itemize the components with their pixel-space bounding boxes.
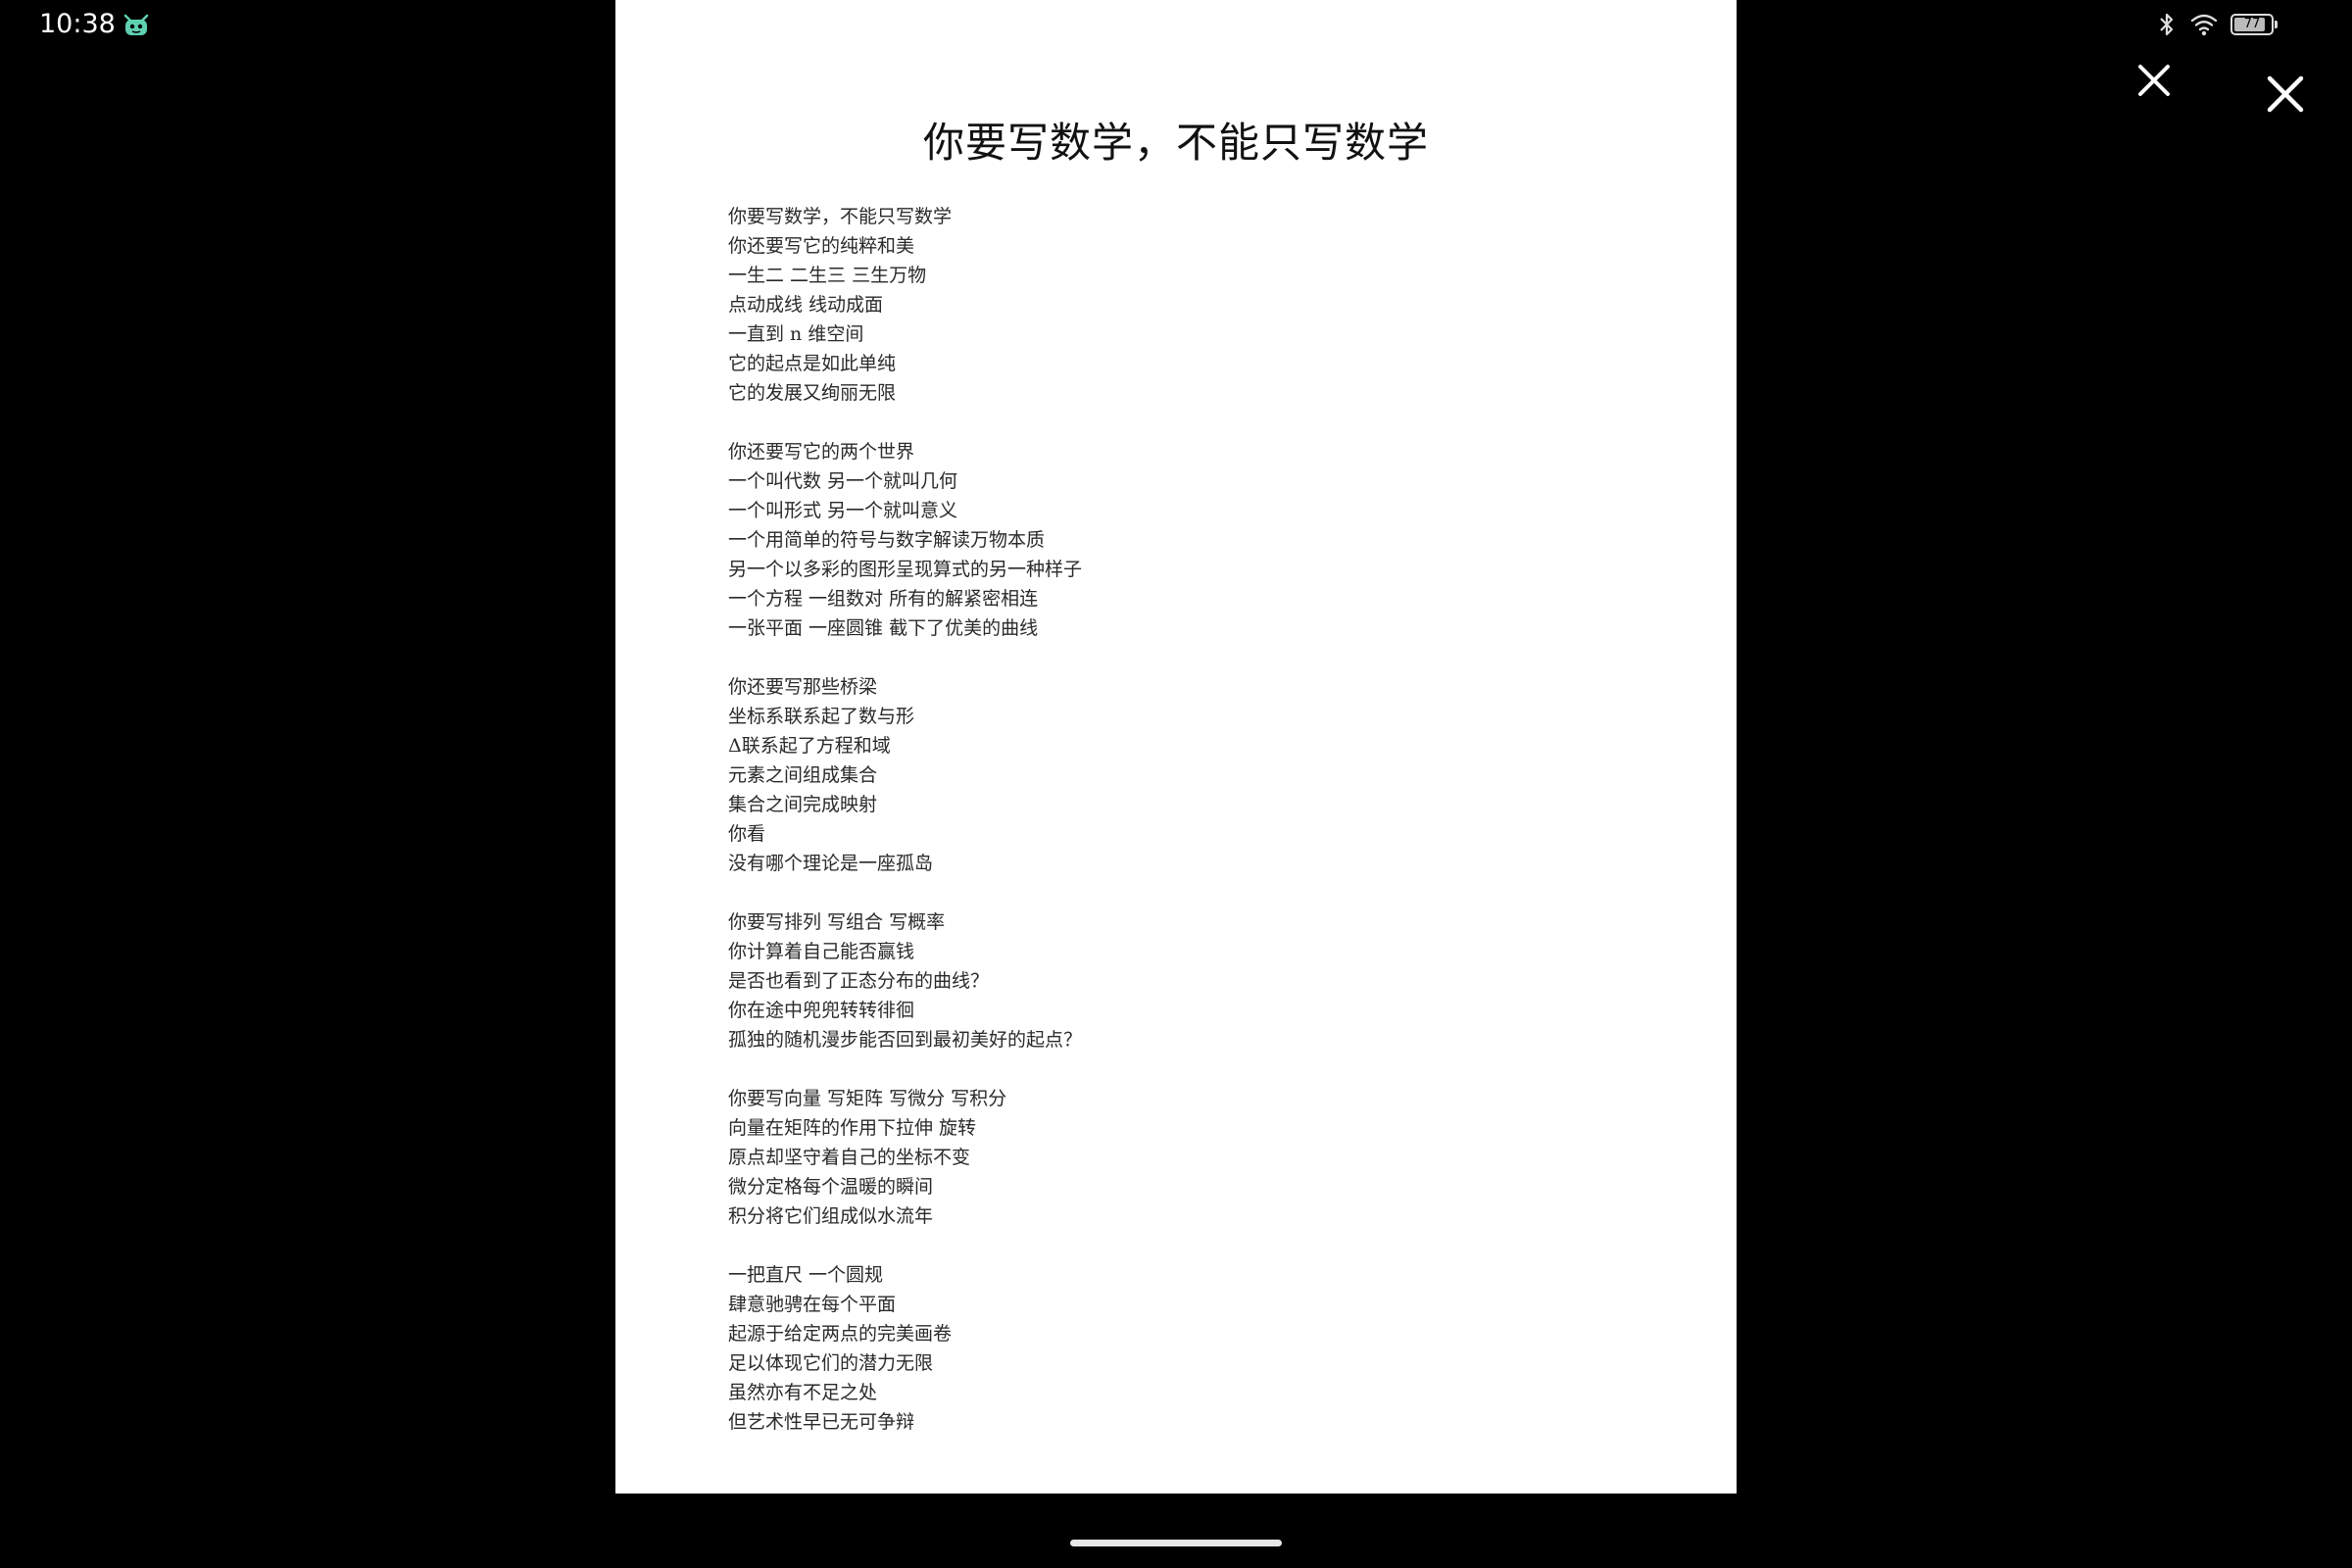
wifi-icon [2189,11,2219,38]
poem-line: 原点却坚守着自己的坐标不变 [728,1147,971,1168]
poem-line: 元素之间组成集合 [728,764,878,786]
poem-line: 点动成线 线动成面 [728,294,884,316]
poem-line: 起源于给定两点的完美画卷 [728,1323,953,1345]
poem-line: 你要写排列 写组合 写概率 [728,911,946,933]
poem-line: 一个叫代数 另一个就叫几何 [728,470,958,492]
poem-line: 它的起点是如此单纯 [728,353,897,374]
poem-line: 坐标系联系起了数与形 [728,706,915,727]
poem-stanza: 你要写数学，不能只写数学 你还要写它的纯粹和美 一生二 二生三 三生万物 点动成线 线… [728,202,1512,408]
poem-line: 一个叫形式 另一个就叫意义 [728,500,958,521]
poem-body: 你要写数学，不能只写数学 你还要写它的纯粹和美 一生二 二生三 三生万物 点动成线 线… [728,202,1512,1466]
poem-line: 虽然亦有不足之处 [728,1382,878,1403]
poem-stanza: 你还要写它的两个世界一个叫代数 另一个就叫几何 一个叫形式 另一个就叫意义一个用简… [728,437,1512,643]
poem-line: 集合之间完成映射 [728,794,878,815]
poem-line: 你要写向量 写矩阵 写微分 写积分 [728,1088,1007,1109]
poem-line: 一直到 n 维空间 [728,323,864,345]
poem-line: 一生二 二生三 三生万物 [728,265,927,286]
poem-line: 它的发展又绚丽无限 [728,382,897,404]
document-page[interactable]: 你要写数学，不能只写数学 你要写数学，不能只写数学 你还要写它的纯粹和美 一生二 二… [615,0,1737,1494]
poem-line: 你看 [728,823,766,845]
poem-line: 你还要写它的两个世界 [728,441,915,463]
poem-line: 足以体现它们的潜力无限 [728,1352,934,1374]
battery-icon: 77 [2230,14,2278,35]
poem-line: Δ联系起了方程和域 [728,735,891,757]
document-title: 你要写数学，不能只写数学 [922,119,1429,167]
poem-line: 你要写数学，不能只写数学 [728,206,953,227]
bluetooth-icon [2156,11,2178,38]
close-icon[interactable] [2134,61,2174,100]
poem-line: 你还要写那些桥梁 [728,676,878,698]
poem-stanza: 你要写排列 写组合 写概率 你计算着自己能否赢钱是否也看到了正态分布的曲线？ 你在途… [728,907,1512,1054]
poem-line: 没有哪个理论是一座孤岛 [728,853,934,874]
poem-line: 你在途中兜兜转转徘徊 [728,1000,915,1021]
battery-level: 77 [2243,17,2261,31]
navigation-handle[interactable] [1070,1540,1282,1546]
poem-stanza: 你要写向量 写矩阵 写微分 写积分 向量在矩阵的作用下拉伸 旋转 原点却坚守着自己的… [728,1084,1512,1231]
poem-line: 积分将它们组成似水流年 [728,1205,934,1227]
poem-line: 孤独的随机漫步能否回到最初美好的起点？ [728,1029,1083,1051]
poem-stanza: 一把直尺 一个圆规 肆意驰骋在每个平面起源于给定两点的完美画卷 足以体现它们的潜力无… [728,1260,1512,1437]
poem-line: 一把直尺 一个圆规 [728,1264,884,1286]
poem-line: 向量在矩阵的作用下拉伸 旋转 [728,1117,977,1139]
close-button-icon[interactable] [2264,73,2307,116]
poem-line: 你计算着自己能否赢钱 [728,941,915,962]
poem-line: 一个用简单的符号与数字解读万物本质 [728,529,1046,551]
poem-stanza: 你还要写那些桥梁坐标系联系起了数与形 Δ联系起了方程和域 元素之间组成集合 集合之间完… [728,672,1512,878]
poem-line: 你还要写它的纯粹和美 [728,235,915,257]
app-notification-icon [122,12,151,37]
poem-line: 一张平面 一座圆锥 截下了优美的曲线 [728,617,1039,639]
battery-tip [2275,21,2278,28]
poem-line: 肆意驰骋在每个平面 [728,1294,897,1315]
poem-line: 但艺术性早已无可争辩 [728,1411,915,1433]
poem-line: 微分定格每个温暖的瞬间 [728,1176,934,1198]
poem-line: 是否也看到了正态分布的曲线？ [728,970,990,992]
poem-line: 另一个以多彩的图形呈现算式的另一种样子 [728,559,1083,580]
status-icons: 77 [2156,10,2278,39]
clock: 10:38 [39,9,116,39]
poem-line: 一个方程 一组数对 所有的解紧密相连 [728,588,1039,610]
